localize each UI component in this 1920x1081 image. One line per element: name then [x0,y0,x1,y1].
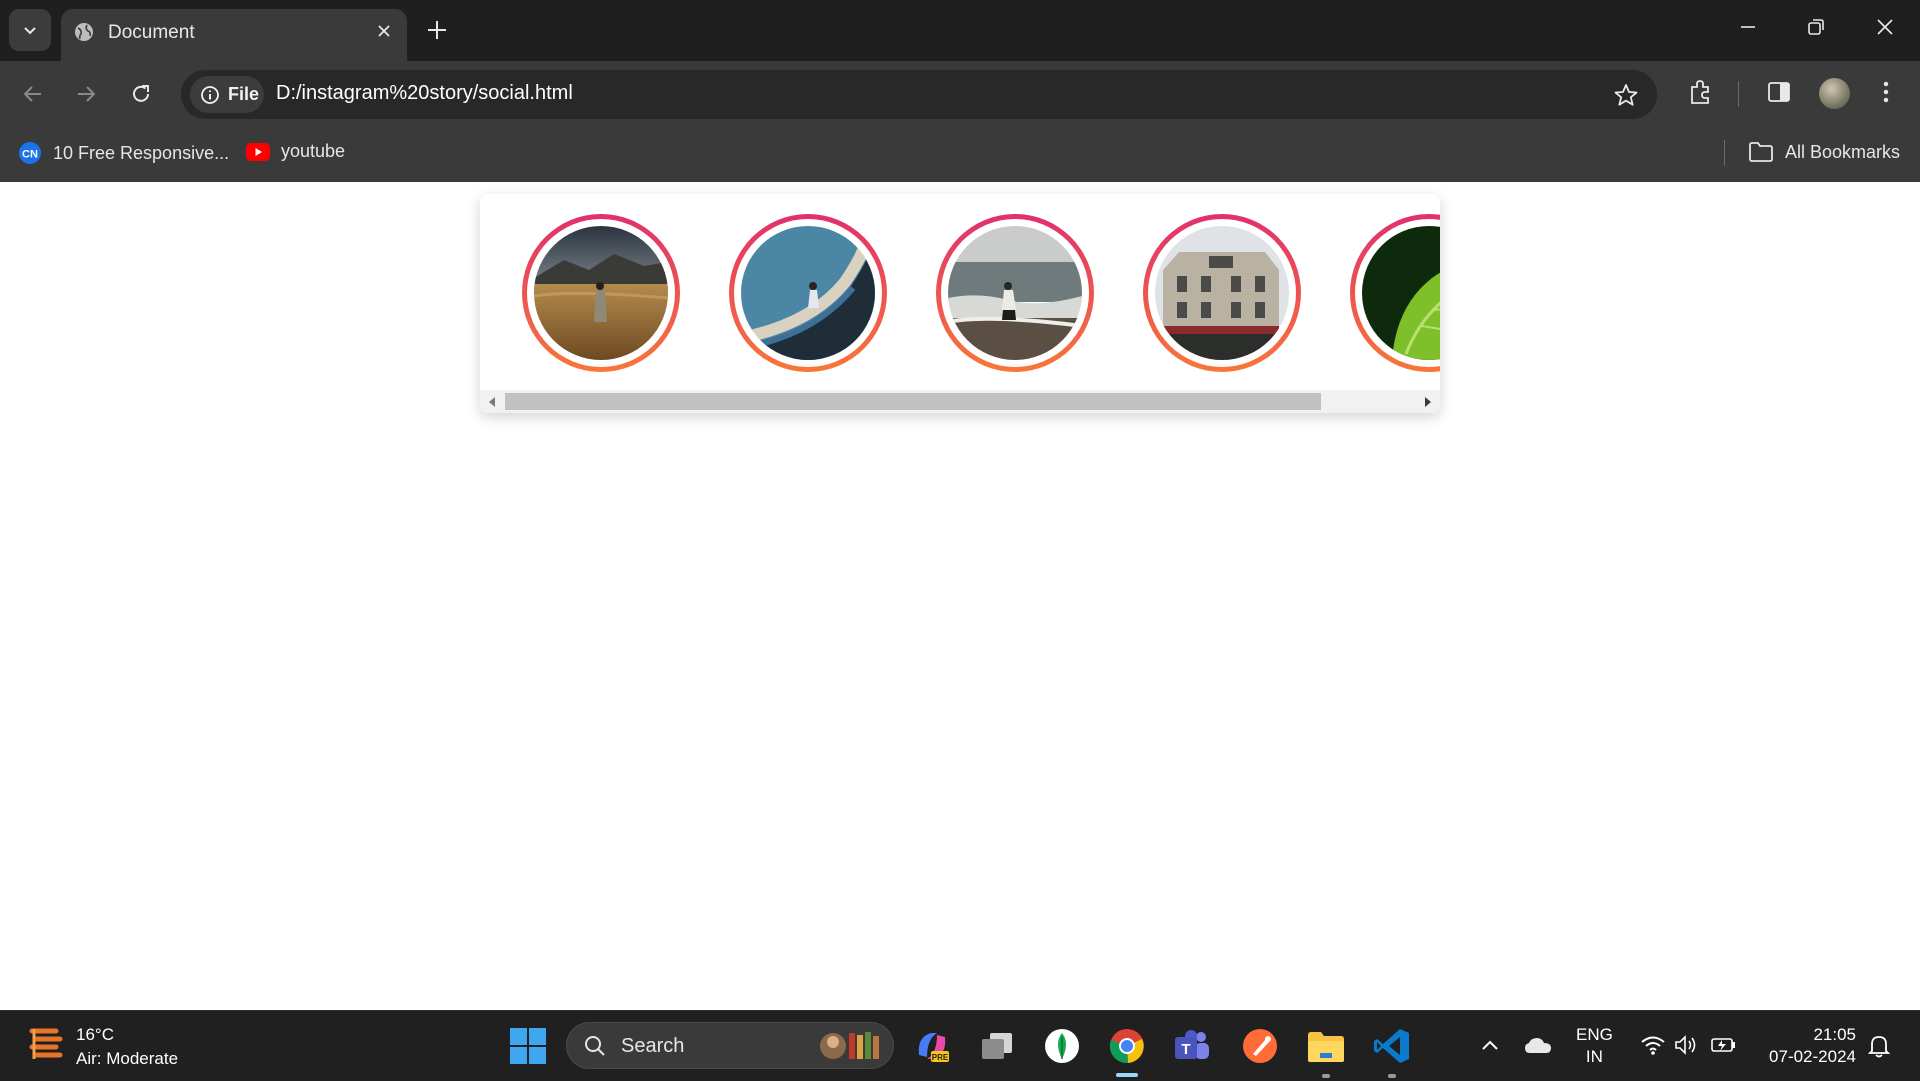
teams-icon[interactable]: T [1173,1027,1211,1065]
youtube-icon [246,142,270,161]
stories-container [480,194,1440,413]
svg-text:PRE: PRE [932,1053,949,1062]
bookmark-star-icon[interactable] [1613,82,1639,108]
tab-document[interactable]: Document [61,9,407,61]
web-page [0,182,1920,1010]
onedrive-cloud-icon[interactable] [1524,1035,1552,1057]
tab-search-button[interactable] [9,9,51,51]
language-indicator[interactable]: ENG IN [1576,1024,1613,1068]
browser-toolbar: File D:/instagram%20story/social.html [0,61,1920,127]
story-1[interactable] [522,214,680,372]
clock[interactable]: 21:05 07-02-2024 [1758,1024,1856,1068]
story-5[interactable] [1350,214,1440,372]
bookmark-free-responsive[interactable]: CN 10 Free Responsive... [18,141,229,165]
folder-icon [1749,142,1773,162]
postman-icon[interactable] [1241,1027,1279,1065]
site-info-chip[interactable]: File [190,76,264,113]
address-bar[interactable]: File D:/instagram%20story/social.html [181,70,1657,119]
horizontal-scrollbar[interactable] [480,390,1440,413]
reload-icon[interactable] [128,81,154,107]
volume-icon[interactable] [1674,1034,1700,1056]
codepen-style-icon: CN [19,142,41,164]
svg-text:CN: CN [22,149,38,161]
task-view-icon[interactable] [978,1027,1016,1065]
weather-description: Air: Moderate [76,1049,179,1068]
vscode-icon[interactable] [1373,1027,1411,1065]
back-icon[interactable] [20,81,46,107]
explorer-open-indicator [1322,1074,1330,1078]
search-icon [585,1036,605,1056]
restore-icon[interactable] [1805,16,1827,38]
clock-date: 07-02-2024 [1769,1047,1856,1066]
forward-icon[interactable] [73,81,99,107]
new-tab-icon[interactable] [423,16,451,44]
extensions-icon[interactable] [1686,78,1714,106]
windows-taskbar: 16°C Air: Moderate Search PRE T ENG IN 2… [0,1010,1920,1081]
side-panel-icon[interactable] [1765,78,1793,106]
menu-kebab-icon[interactable] [1874,78,1898,106]
scroll-left-arrow-icon[interactable] [488,397,496,407]
language-code: ENG [1576,1025,1613,1044]
bookmarks-separator [1724,140,1725,166]
story-2-photo [741,226,875,360]
svg-text:T: T [1181,1041,1190,1058]
tab-strip: Document [0,0,1920,61]
close-tab-icon[interactable] [375,22,393,40]
story-3[interactable] [936,214,1094,372]
story-2[interactable] [729,214,887,372]
chevron-up-icon[interactable] [1479,1035,1501,1057]
scrollbar-thumb[interactable] [505,393,1321,410]
clock-time: 21:05 [1813,1025,1856,1044]
windows-start-icon[interactable] [510,1028,546,1064]
vscode-open-indicator [1388,1074,1396,1078]
story-3-photo [948,226,1082,360]
region-code: IN [1585,1047,1603,1066]
copilot-icon[interactable]: PRE [913,1027,951,1065]
search-highlight-icon [820,1032,879,1059]
file-chip-label: File [228,84,260,104]
chrome-icon[interactable] [1108,1027,1146,1065]
close-window-icon[interactable] [1874,16,1896,38]
info-icon [201,85,219,104]
search-label: Search [621,1035,685,1057]
battery-charging-icon[interactable] [1710,1034,1738,1056]
toolbar-separator [1738,81,1739,107]
story-1-photo [534,226,668,360]
taskbar-search[interactable]: Search [566,1022,894,1069]
notification-bell-icon[interactable] [1866,1033,1892,1059]
story-4-photo [1155,226,1289,360]
file-explorer-icon[interactable] [1306,1027,1346,1065]
chrome-active-indicator [1116,1073,1138,1077]
all-bookmarks-button[interactable]: All Bookmarks [1748,141,1900,163]
scroll-right-arrow-icon[interactable] [1424,397,1432,407]
bookmarks-bar: CN 10 Free Responsive... youtube All Boo… [0,127,1920,183]
profile-avatar[interactable] [1819,78,1850,109]
globe-icon [75,23,93,41]
bookmark-youtube[interactable]: youtube [246,141,345,162]
mongodb-compass-icon[interactable] [1043,1027,1081,1065]
wifi-icon[interactable] [1640,1034,1666,1056]
minimize-icon[interactable] [1737,16,1759,38]
tab-title: Document [108,22,195,43]
chevron-down-icon [24,27,36,35]
story-4[interactable] [1143,214,1301,372]
url-text[interactable]: D:/instagram%20story/social.html [276,82,573,105]
weather-temperature: 16°C [76,1025,114,1044]
air-quality-icon [29,1028,63,1059]
